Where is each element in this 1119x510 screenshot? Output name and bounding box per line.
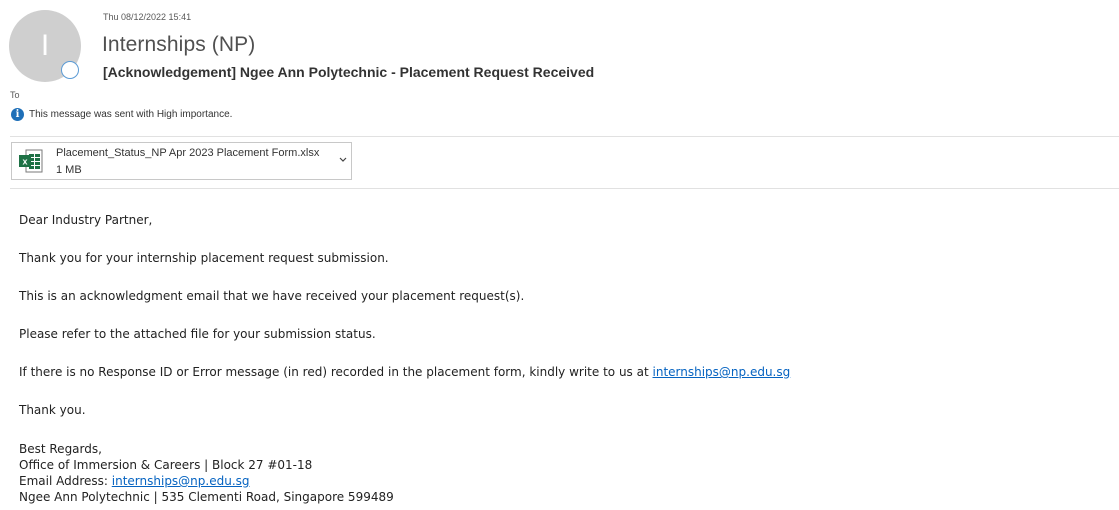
attachment-file-name: Placement_Status_NP Apr 2023 Placement F… [56,147,320,159]
presence-status-icon [61,61,79,79]
signature-closing: Best Regards, [19,442,102,456]
email-reading-pane: Thu 08/12/2022 15:41 I Internships (NP) … [0,0,1119,510]
body-paragraph-3: Please refer to the attached file for yo… [19,327,376,341]
signature-office: Office of Immersion & Careers | Block 27… [19,458,313,472]
signature-email-label: Email Address: [19,474,112,488]
importance-notice: i This message was sent with High import… [11,108,232,121]
signature-email-line: Email Address: internships@np.edu.sg [19,473,394,489]
importance-text: This message was sent with High importan… [29,109,233,120]
sent-date: Thu 08/12/2022 15:41 [103,12,192,22]
to-label: To [10,90,20,100]
body-paragraph-4: If there is no Response ID or Error mess… [19,365,790,379]
greeting-text: Dear Industry Partner, [19,213,153,227]
attachment-divider [10,188,1119,189]
header-divider [10,136,1119,137]
avatar-initial: I [40,29,50,62]
body-paragraph-1: Thank you for your internship placement … [19,251,389,265]
paragraph-4-text: If there is no Response ID or Error mess… [19,365,653,379]
body-paragraph-2: This is an acknowledgment email that we … [19,289,525,303]
info-icon: i [11,108,24,121]
contact-email-link[interactable]: internships@np.edu.sg [653,365,791,379]
svg-text:x: x [22,157,27,167]
email-subject: [Acknowledgement] Ngee Ann Polytechnic -… [103,64,595,80]
attachment-file-size: 1 MB [56,164,82,176]
sender-name[interactable]: Internships (NP) [102,33,255,57]
signature-block: Best Regards, Office of Immersion & Care… [19,441,394,505]
attachment-card[interactable]: x Placement_Status_NP Apr 2023 Placement… [11,142,352,180]
chevron-down-icon[interactable] [338,154,348,164]
excel-file-icon: x [19,149,43,173]
signature-address: Ngee Ann Polytechnic | 535 Clementi Road… [19,490,394,504]
signature-email-link[interactable]: internships@np.edu.sg [112,474,250,488]
thank-you-text: Thank you. [19,403,86,417]
